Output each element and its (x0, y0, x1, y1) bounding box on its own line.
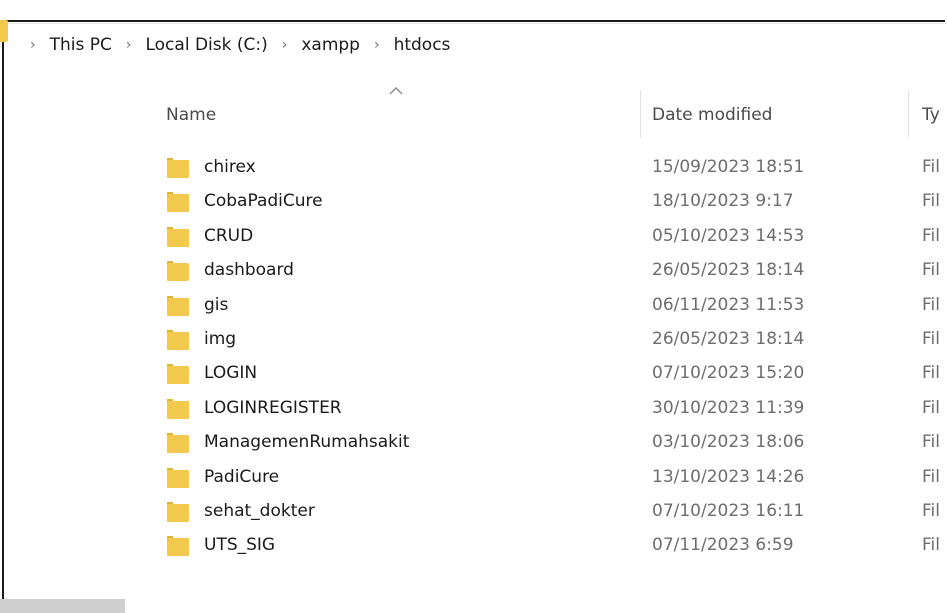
file-name[interactable]: gis (204, 295, 228, 315)
column-header-date-modified[interactable]: Date modified (652, 105, 772, 125)
folder-icon (167, 536, 189, 557)
file-type: Fil (922, 191, 940, 212)
folder-icon (167, 433, 189, 454)
file-type: Fil (922, 294, 940, 315)
navigation-pane-scrollbar[interactable] (0, 599, 125, 613)
file-date-modified: 07/10/2023 15:20 (652, 363, 805, 384)
file-row[interactable]: UTS_SIG 07/11/2023 6:59 Fil (0, 528, 947, 562)
file-name[interactable]: LOGINREGISTER (204, 398, 342, 418)
folder-icon (167, 398, 189, 419)
column-header-row: Name Date modified Ty (0, 78, 947, 138)
folder-icon (167, 158, 189, 178)
file-name[interactable]: chirex (204, 157, 256, 177)
file-name[interactable]: UTS_SIG (204, 535, 275, 555)
file-row[interactable]: gis 06/11/2023 11:53 Fil (0, 288, 947, 322)
file-name[interactable]: PadiCure (204, 467, 279, 487)
address-folder-icon (0, 20, 8, 42)
file-row[interactable]: PadiCure 13/10/2023 14:26 Fil (0, 460, 947, 494)
folder-icon (167, 330, 189, 350)
file-name[interactable]: ManagemenRumahsakit (204, 432, 409, 452)
file-row[interactable]: chirex 15/09/2023 18:51 Fil (0, 150, 947, 184)
file-type: Fil (922, 329, 940, 349)
file-row[interactable]: CobaPadiCure 18/10/2023 9:17 Fil (0, 184, 947, 218)
breadcrumb-item-xampp[interactable]: xampp (301, 35, 360, 55)
column-divider[interactable] (640, 90, 641, 138)
breadcrumb: › This PC › Local Disk (C:) › xampp › ht… (30, 31, 464, 59)
chevron-right-icon[interactable]: › (374, 37, 380, 53)
file-row[interactable]: dashboard 26/05/2023 18:14 Fil (0, 253, 947, 287)
column-divider[interactable] (908, 90, 909, 138)
breadcrumb-item-local-disk[interactable]: Local Disk (C:) (145, 35, 267, 55)
file-type: Fil (922, 260, 940, 281)
folder-icon (167, 502, 189, 522)
file-type: Fil (922, 432, 940, 453)
file-name[interactable]: CobaPadiCure (204, 191, 323, 211)
breadcrumb-item-this-pc[interactable]: This PC (50, 35, 112, 55)
file-name[interactable]: LOGIN (204, 363, 257, 383)
folder-icon (167, 226, 189, 247)
address-bar-highlight (4, 23, 947, 24)
file-date-modified: 07/10/2023 16:11 (652, 501, 805, 521)
file-type: Fil (922, 225, 940, 246)
file-name[interactable]: img (204, 329, 236, 349)
chevron-right-icon[interactable]: › (30, 37, 36, 53)
file-name[interactable]: dashboard (204, 260, 294, 280)
folder-icon (167, 364, 189, 385)
file-type: Fil (922, 501, 940, 521)
file-date-modified: 18/10/2023 9:17 (652, 191, 794, 212)
file-row[interactable]: CRUD 05/10/2023 14:53 Fil (0, 219, 947, 253)
folder-icon (167, 295, 189, 316)
folder-icon (167, 467, 189, 488)
folder-icon (167, 261, 189, 282)
file-date-modified: 26/05/2023 18:14 (652, 260, 805, 281)
folder-icon (167, 192, 189, 213)
file-row[interactable]: img 26/05/2023 18:14 Fil (0, 322, 947, 356)
file-date-modified: 03/10/2023 18:06 (652, 432, 805, 453)
column-header-type[interactable]: Ty (922, 105, 947, 125)
file-date-modified: 06/11/2023 11:53 (652, 294, 805, 315)
file-name[interactable]: sehat_dokter (204, 501, 315, 521)
file-type: Fil (922, 535, 940, 556)
chevron-right-icon[interactable]: › (282, 37, 288, 53)
file-date-modified: 13/10/2023 14:26 (652, 466, 805, 487)
column-header-name[interactable]: Name (166, 105, 216, 125)
file-row[interactable]: LOGINREGISTER 30/10/2023 11:39 Fil (0, 391, 947, 425)
file-type: Fil (922, 397, 940, 418)
file-row[interactable]: LOGIN 07/10/2023 15:20 Fil (0, 356, 947, 390)
file-explorer-window: › This PC › Local Disk (C:) › xampp › ht… (0, 0, 947, 613)
file-date-modified: 30/10/2023 11:39 (652, 397, 805, 418)
breadcrumb-item-htdocs[interactable]: htdocs (394, 35, 451, 55)
file-type: Fil (922, 363, 940, 384)
chevron-right-icon[interactable]: › (126, 37, 132, 53)
sort-ascending-icon (389, 87, 403, 95)
file-row[interactable]: sehat_dokter 07/10/2023 16:11 Fil (0, 494, 947, 528)
file-name[interactable]: CRUD (204, 226, 253, 246)
file-date-modified: 26/05/2023 18:14 (652, 329, 805, 349)
file-date-modified: 07/11/2023 6:59 (652, 535, 794, 556)
file-type: Fil (922, 466, 940, 487)
file-type: Fil (922, 157, 940, 177)
window-top-strip (0, 0, 947, 20)
file-date-modified: 15/09/2023 18:51 (652, 157, 805, 177)
file-row[interactable]: ManagemenRumahsakit 03/10/2023 18:06 Fil (0, 425, 947, 459)
file-date-modified: 05/10/2023 14:53 (652, 225, 805, 246)
